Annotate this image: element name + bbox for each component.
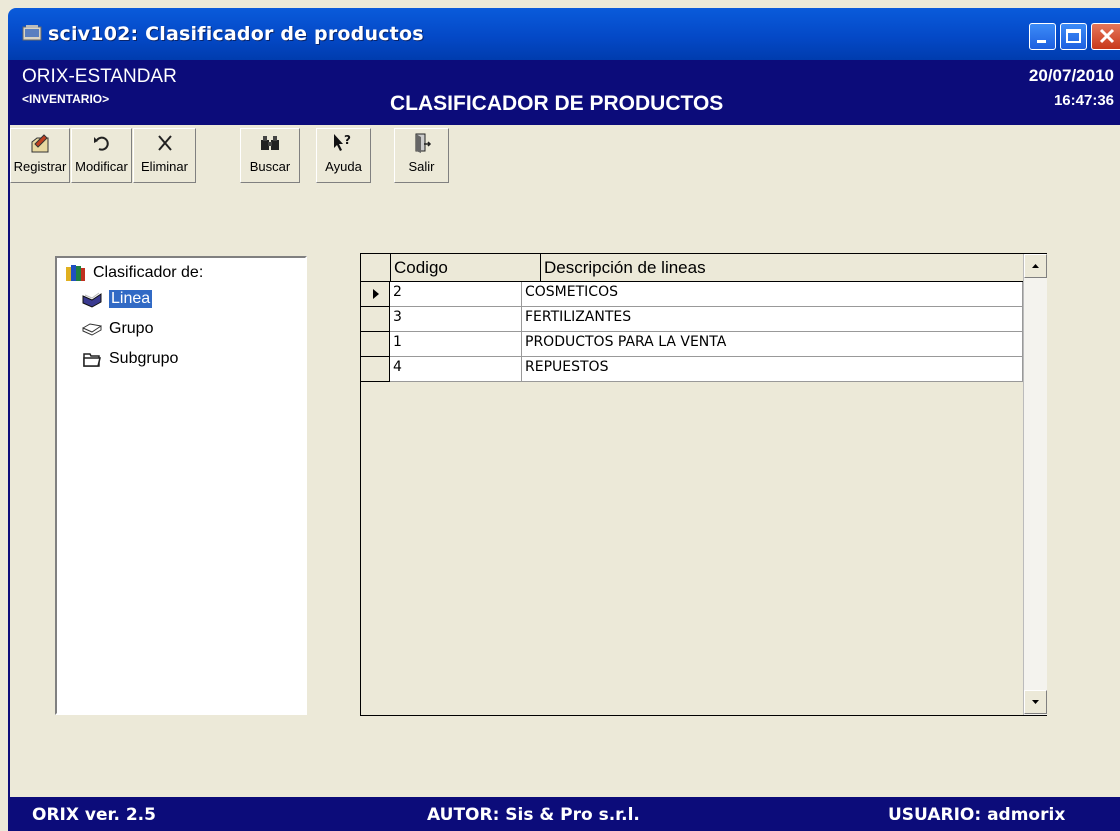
- tree-root-label: Clasificador de:: [93, 264, 204, 281]
- tree-item-label: Linea: [109, 290, 153, 308]
- scroll-down-button[interactable]: [1024, 690, 1047, 714]
- tree-root[interactable]: Clasificador de:: [65, 264, 203, 282]
- modificar-button[interactable]: Modificar: [71, 128, 132, 183]
- cell-descripcion[interactable]: PRODUCTOS PARA LA VENTA: [522, 332, 1023, 357]
- cell-descripcion[interactable]: COSMETICOS: [522, 282, 1023, 307]
- version-text: ORIX ver. 2.5: [32, 805, 156, 825]
- maximize-icon: [1066, 29, 1081, 43]
- modificar-label: Modificar: [75, 159, 128, 174]
- row-indicator: [361, 307, 390, 332]
- svg-text:?: ?: [344, 133, 351, 147]
- registrar-button[interactable]: Registrar: [10, 128, 70, 183]
- cell-codigo[interactable]: 3: [390, 307, 522, 332]
- ayuda-button[interactable]: ? Ayuda: [316, 128, 371, 183]
- close-button[interactable]: [1091, 23, 1120, 50]
- exit-door-icon: [395, 132, 448, 156]
- cell-descripcion[interactable]: REPUESTOS: [522, 357, 1023, 382]
- book-icon: [81, 320, 103, 338]
- tree-item-linea[interactable]: Linea: [81, 290, 153, 308]
- tree-item-label: Grupo: [109, 320, 154, 337]
- tree-item-label: Subgrupo: [109, 350, 179, 367]
- eliminar-label: Eliminar: [141, 159, 188, 174]
- delete-icon: [134, 132, 195, 156]
- books-icon: [65, 264, 87, 282]
- date-display: 20/07/2010: [1028, 66, 1114, 85]
- page-title: CLASIFICADOR DE PRODUCTOS: [390, 92, 724, 115]
- buscar-label: Buscar: [249, 159, 291, 174]
- scroll-up-button[interactable]: [1024, 254, 1047, 278]
- close-icon: [1099, 28, 1115, 44]
- help-icon: ?: [317, 132, 370, 156]
- lines-grid[interactable]: Codigo Descripción de lineas 2 COSMETICO…: [360, 253, 1047, 716]
- arrow-up-icon: [1032, 264, 1039, 268]
- salir-button[interactable]: Salir: [394, 128, 449, 183]
- open-book-icon: [81, 290, 103, 308]
- column-header-descripcion[interactable]: Descripción de lineas: [541, 254, 1023, 282]
- author-text: AUTOR: Sis & Pro s.r.l.: [427, 805, 640, 825]
- vertical-scrollbar[interactable]: [1023, 254, 1047, 715]
- register-icon: [11, 132, 69, 156]
- title-bar[interactable]: sciv102: Clasificador de productos: [8, 8, 1120, 60]
- ayuda-label: Ayuda: [325, 159, 362, 174]
- minimize-icon: [1037, 40, 1046, 43]
- time-display: 16:47:36: [1053, 92, 1114, 109]
- column-header-codigo[interactable]: Codigo: [391, 254, 541, 282]
- cell-codigo[interactable]: 2: [390, 282, 522, 307]
- grid-corner: [361, 254, 391, 282]
- arrow-down-icon: [1032, 700, 1039, 704]
- window-title: sciv102: Clasificador de productos: [48, 23, 424, 45]
- app-name: ORIX-ESTANDAR: [22, 66, 177, 87]
- cell-codigo[interactable]: 4: [390, 357, 522, 382]
- module-name: <INVENTARIO>: [22, 92, 110, 106]
- cell-codigo[interactable]: 1: [390, 332, 522, 357]
- row-indicator: [361, 282, 390, 307]
- registrar-label: Registrar: [13, 159, 67, 174]
- row-indicator: [361, 357, 390, 382]
- buscar-button[interactable]: Buscar: [240, 128, 300, 183]
- undo-icon: [72, 132, 131, 156]
- tree-item-subgrupo[interactable]: Subgrupo: [81, 350, 178, 368]
- row-indicator: [361, 332, 390, 357]
- binoculars-icon: [241, 132, 299, 156]
- maximize-button[interactable]: [1060, 23, 1087, 50]
- window-left-border: [8, 125, 10, 797]
- user-text: USUARIO: admorix: [888, 805, 1066, 825]
- minimize-button[interactable]: [1029, 23, 1056, 50]
- folder-icon: [81, 350, 103, 368]
- cell-descripcion[interactable]: FERTILIZANTES: [522, 307, 1023, 332]
- app-icon: [22, 25, 42, 41]
- current-row-arrow-icon: [373, 289, 379, 299]
- app-window: sciv102: Clasificador de productos ORIX-…: [0, 0, 1120, 831]
- tree-item-grupo[interactable]: Grupo: [81, 320, 153, 338]
- classifier-tree[interactable]: Clasificador de: Linea Grupo Subgrupo: [55, 256, 307, 715]
- salir-label: Salir: [408, 159, 435, 174]
- eliminar-button[interactable]: Eliminar: [133, 128, 196, 183]
